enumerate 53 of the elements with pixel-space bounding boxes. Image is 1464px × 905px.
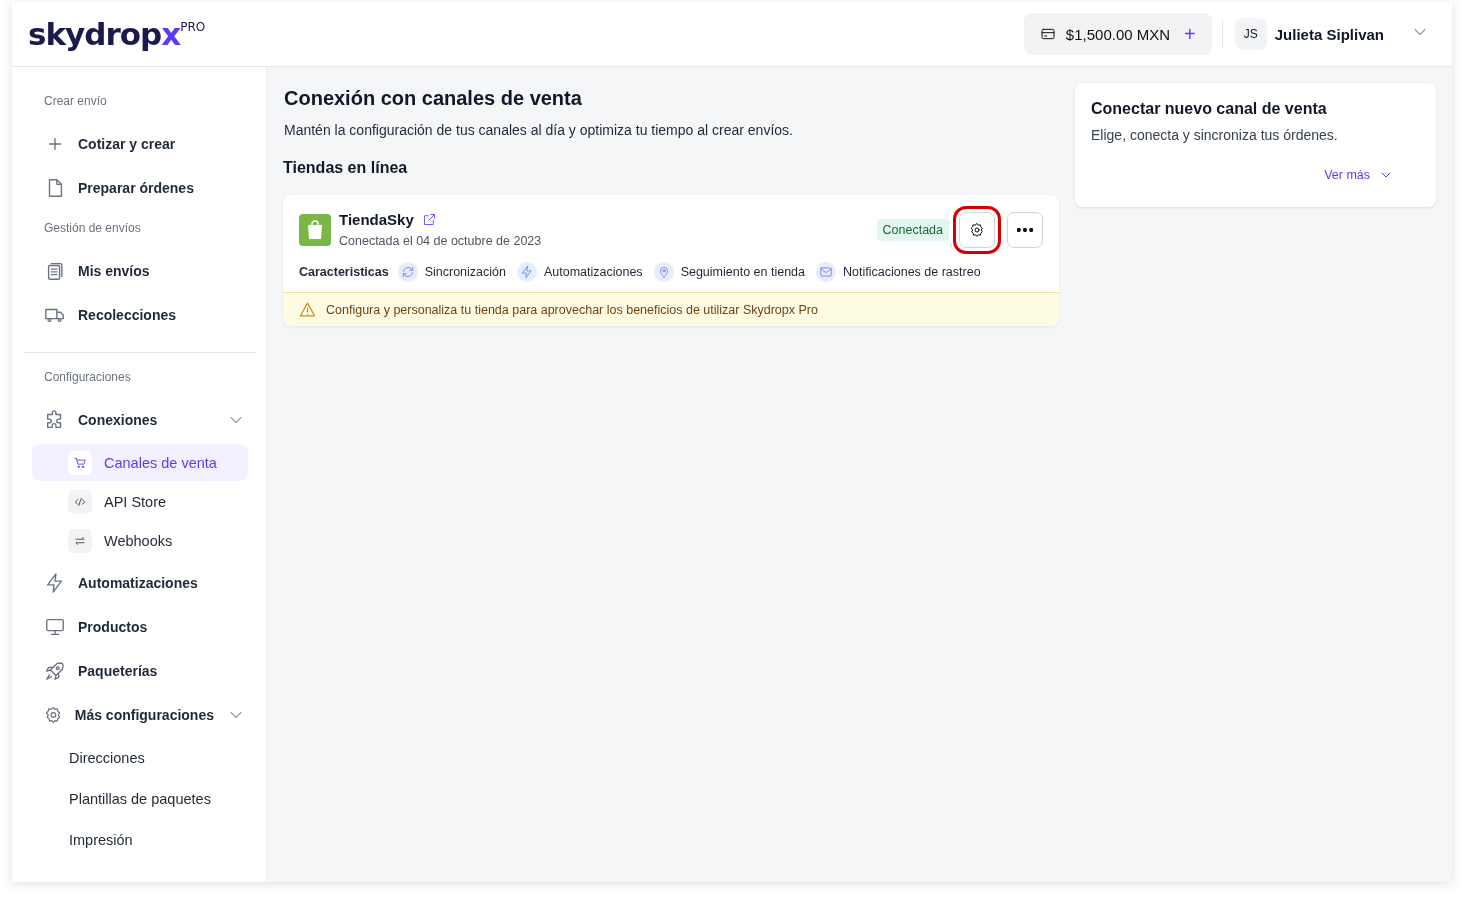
add-funds-button[interactable]: +: [1184, 22, 1196, 46]
nav-subitem[interactable]: Impresión: [32, 819, 248, 860]
section-title: Tiendas en línea: [283, 159, 409, 177]
sync-icon: [400, 265, 415, 279]
page-title: Conexión con canales de venta: [284, 87, 583, 110]
connection-date: Conectada el 04 de octubre de 2023: [339, 234, 542, 248]
features-label: Caracteristicas: [299, 265, 389, 279]
external-link-icon: [421, 212, 437, 227]
store-logo: [299, 213, 331, 246]
page-description: Mantén la configuración de tus canales al día y optimiza tu tiempo al crear envíos.: [284, 122, 794, 138]
balance-amount: $1,500.00 MXN: [1065, 25, 1171, 43]
monitor-icon: [44, 616, 66, 638]
card-description: Elige, conecta y sincroniza tus órdenes.: [1091, 127, 1339, 143]
nav-subitem[interactable]: Direcciones: [32, 737, 248, 778]
settings-icon: [969, 221, 985, 238]
user-avatar: JS: [1234, 18, 1267, 50]
warning-icon: [299, 301, 316, 318]
store-name: TiendaSky: [339, 211, 414, 228]
feature-label: Seguimiento en tienda: [680, 265, 806, 279]
nav-item[interactable]: Productos: [32, 605, 254, 649]
balance-button[interactable]: $1,500.00 MXN +: [1023, 13, 1212, 55]
section-label: Gestión de envíos: [44, 221, 142, 235]
nav-subitem[interactable]: API Store: [32, 483, 248, 520]
nav-subitem[interactable]: Plantillas de paquetes: [32, 778, 248, 819]
user-name[interactable]: Julieta Siplivan: [1274, 25, 1384, 43]
feature-label: Automatizaciones: [543, 265, 643, 279]
nav-item[interactable]: Paqueterías: [32, 649, 254, 693]
rocket-icon: [44, 660, 66, 682]
nav-item[interactable]: Conexiones: [32, 398, 254, 442]
feature-label: Sincronización: [424, 265, 506, 279]
more-icon: [1017, 227, 1033, 232]
section-label: Configuraciones: [44, 370, 132, 384]
nav-subitem[interactable]: Webhooks: [32, 522, 248, 559]
more-button[interactable]: [1007, 211, 1043, 248]
status-badge: Conectada: [876, 218, 949, 241]
feature-label: Notificaciones de rastreo: [843, 265, 981, 279]
nav-item[interactable]: Mis envíos: [32, 249, 254, 293]
nav-item[interactable]: Más configuraciones: [32, 693, 254, 737]
lightning-icon: [519, 265, 534, 279]
nav-item[interactable]: Recolecciones: [32, 293, 254, 337]
nav-item[interactable]: Automatizaciones: [32, 561, 254, 605]
nav-item[interactable]: Preparar órdenes: [32, 166, 254, 210]
see-more-link[interactable]: Ver más: [1324, 168, 1370, 182]
credit-card-icon: [1039, 26, 1056, 42]
nav-subitem[interactable]: Canales de venta: [32, 444, 248, 481]
settings-icon: [44, 704, 63, 726]
warning-message: Configura y personaliza tu tienda para aprovechar los beneficios de utilizar Skydropx Pro: [326, 302, 818, 317]
envelope-icon: [819, 265, 834, 279]
logo[interactable]: skydropx$^{PRO}$: [28, 16, 206, 52]
cart-icon: [73, 455, 87, 470]
section-label: Crear envío: [44, 94, 108, 108]
nav-item[interactable]: Cotizar y crear: [32, 122, 254, 166]
card-title: Conectar nuevo canal de venta: [1091, 100, 1328, 118]
